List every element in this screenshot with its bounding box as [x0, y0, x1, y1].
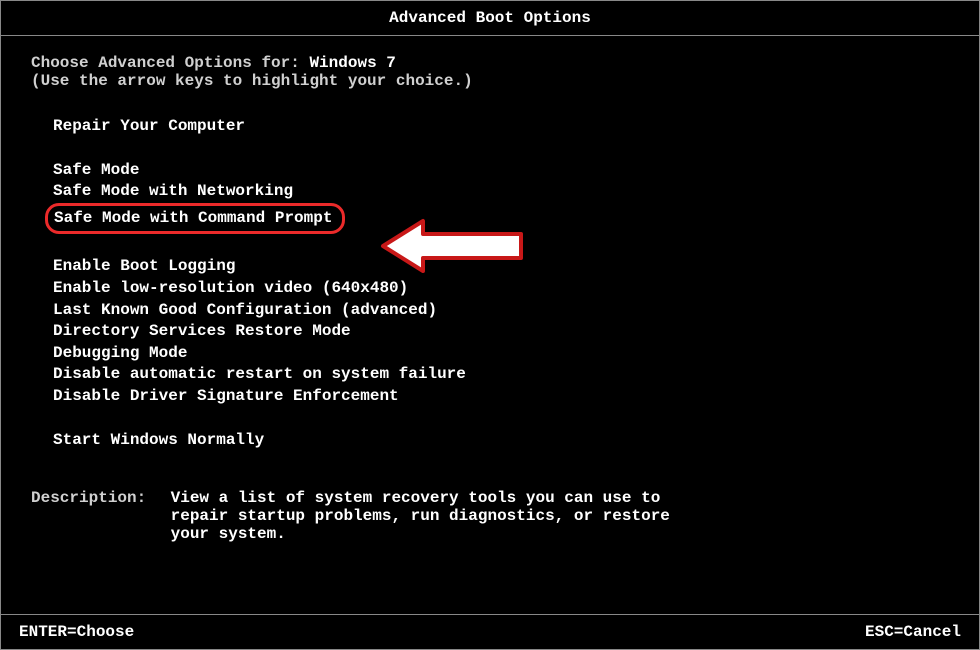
page-title: Advanced Boot Options: [389, 9, 591, 27]
option-disable-auto-restart[interactable]: Disable automatic restart on system fail…: [53, 364, 466, 386]
arrow-keys-hint: (Use the arrow keys to highlight your ch…: [31, 72, 949, 90]
footer-esc-hint: ESC=Cancel: [865, 623, 961, 641]
os-name: Windows 7: [309, 54, 395, 72]
option-safe-mode-networking[interactable]: Safe Mode with Networking: [53, 181, 293, 203]
option-ds-restore-mode[interactable]: Directory Services Restore Mode: [53, 321, 351, 343]
option-repair-computer[interactable]: Repair Your Computer: [53, 116, 245, 138]
option-safe-mode-command-prompt[interactable]: Safe Mode with Command Prompt: [45, 203, 345, 235]
option-disable-driver-sig[interactable]: Disable Driver Signature Enforcement: [53, 386, 399, 408]
option-debugging-mode[interactable]: Debugging Mode: [53, 343, 187, 365]
description-text: View a list of system recovery tools you…: [171, 489, 711, 543]
description-block: Description: View a list of system recov…: [31, 489, 949, 543]
footer-enter-hint: ENTER=Choose: [19, 623, 134, 641]
option-boot-logging[interactable]: Enable Boot Logging: [53, 256, 235, 278]
intro-line: Choose Advanced Options for: Windows 7: [31, 54, 949, 72]
option-last-known-good[interactable]: Last Known Good Configuration (advanced): [53, 300, 437, 322]
option-safe-mode[interactable]: Safe Mode: [53, 160, 139, 182]
content-area: Choose Advanced Options for: Windows 7 (…: [1, 36, 979, 543]
option-low-res-video[interactable]: Enable low-resolution video (640x480): [53, 278, 408, 300]
description-label: Description:: [31, 489, 161, 507]
boot-options: Repair Your Computer Safe Mode Safe Mode…: [53, 116, 949, 451]
footer-bar: ENTER=Choose ESC=Cancel: [1, 614, 979, 649]
intro-prefix: Choose Advanced Options for:: [31, 54, 309, 72]
option-start-normally[interactable]: Start Windows Normally: [53, 430, 264, 452]
title-bar: Advanced Boot Options: [1, 1, 979, 36]
